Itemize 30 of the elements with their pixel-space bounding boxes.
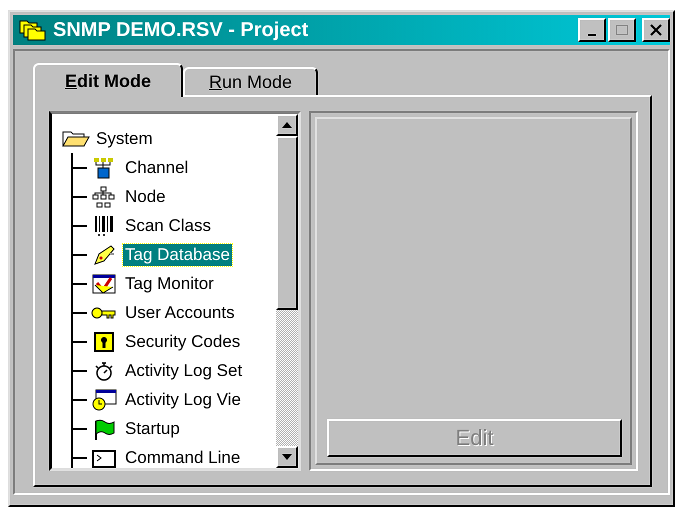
- down-arrow-icon: [282, 454, 292, 460]
- tree-item[interactable]: Scan Class: [123, 214, 213, 236]
- tree-item[interactable]: Activity Log Set: [123, 360, 244, 382]
- lock-icon: [91, 330, 117, 352]
- close-icon: [650, 24, 662, 36]
- tab[interactable]: Run Mode: [183, 67, 318, 95]
- maximize-icon: [615, 24, 629, 36]
- maximize-button[interactable]: [608, 18, 636, 42]
- folders-icon: [19, 19, 47, 41]
- tree-item[interactable]: Command Line: [123, 446, 242, 468]
- tree-item[interactable]: Activity Log Vie: [123, 388, 243, 410]
- tree-item[interactable]: Tag Database: [123, 244, 232, 266]
- checkmark-icon: [91, 272, 117, 294]
- hierarchy-icon: [91, 186, 117, 208]
- tree-item[interactable]: System: [94, 128, 155, 150]
- pencil-icon: [91, 244, 117, 266]
- up-arrow-icon: [282, 122, 292, 128]
- tree-item[interactable]: Channel: [123, 156, 190, 178]
- tree-item[interactable]: Security Codes: [123, 330, 242, 352]
- scrollbar[interactable]: [276, 114, 298, 468]
- tab[interactable]: Edit Mode: [33, 63, 184, 97]
- tree-item[interactable]: Startup: [123, 418, 182, 440]
- minimize-button[interactable]: [578, 18, 606, 42]
- minimize-icon: [588, 34, 596, 36]
- window-title: SNMP DEMO.RSV - Project: [53, 18, 310, 42]
- tree-item[interactable]: Node: [123, 186, 168, 208]
- clock-window-icon: [91, 388, 117, 410]
- tree-item[interactable]: User Accounts: [123, 302, 237, 324]
- tree-item[interactable]: Tag Monitor: [123, 272, 216, 294]
- close-button[interactable]: [642, 18, 670, 42]
